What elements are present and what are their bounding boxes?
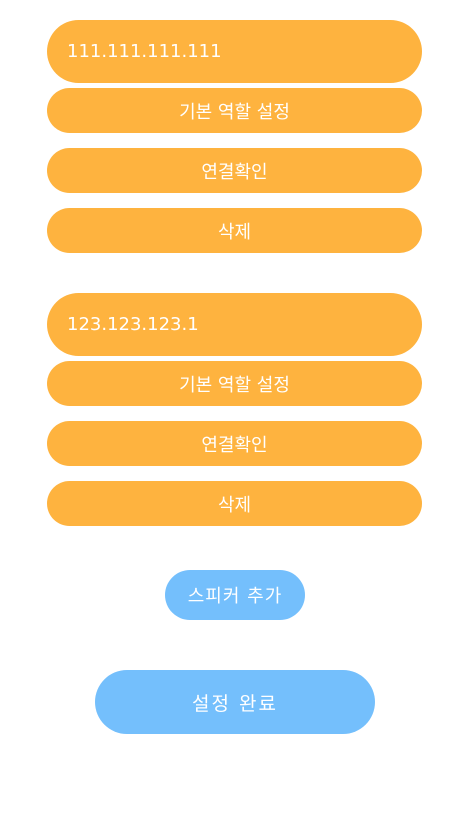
finish-settings-button[interactable]: 설정 완료 <box>95 670 375 734</box>
speaker-1-connection-check-button[interactable]: 연결확인 <box>47 148 422 193</box>
add-speaker-button[interactable]: 스피커 추가 <box>165 570 305 620</box>
speaker-1-ip-field[interactable]: 111.111.111.111 <box>47 20 422 83</box>
speaker-2-delete-button[interactable]: 삭제 <box>47 481 422 526</box>
speaker-2-default-role-button[interactable]: 기본 역할 설정 <box>47 361 422 406</box>
speaker-1-delete-button[interactable]: 삭제 <box>47 208 422 253</box>
speaker-1-default-role-button[interactable]: 기본 역할 설정 <box>47 88 422 133</box>
speaker-2-connection-check-button[interactable]: 연결확인 <box>47 421 422 466</box>
speaker-settings-screen: { "speakers": [ { "ip": "111.111.111.111… <box>0 0 469 836</box>
speaker-2-ip-field[interactable]: 123.123.123.1 <box>47 293 422 356</box>
